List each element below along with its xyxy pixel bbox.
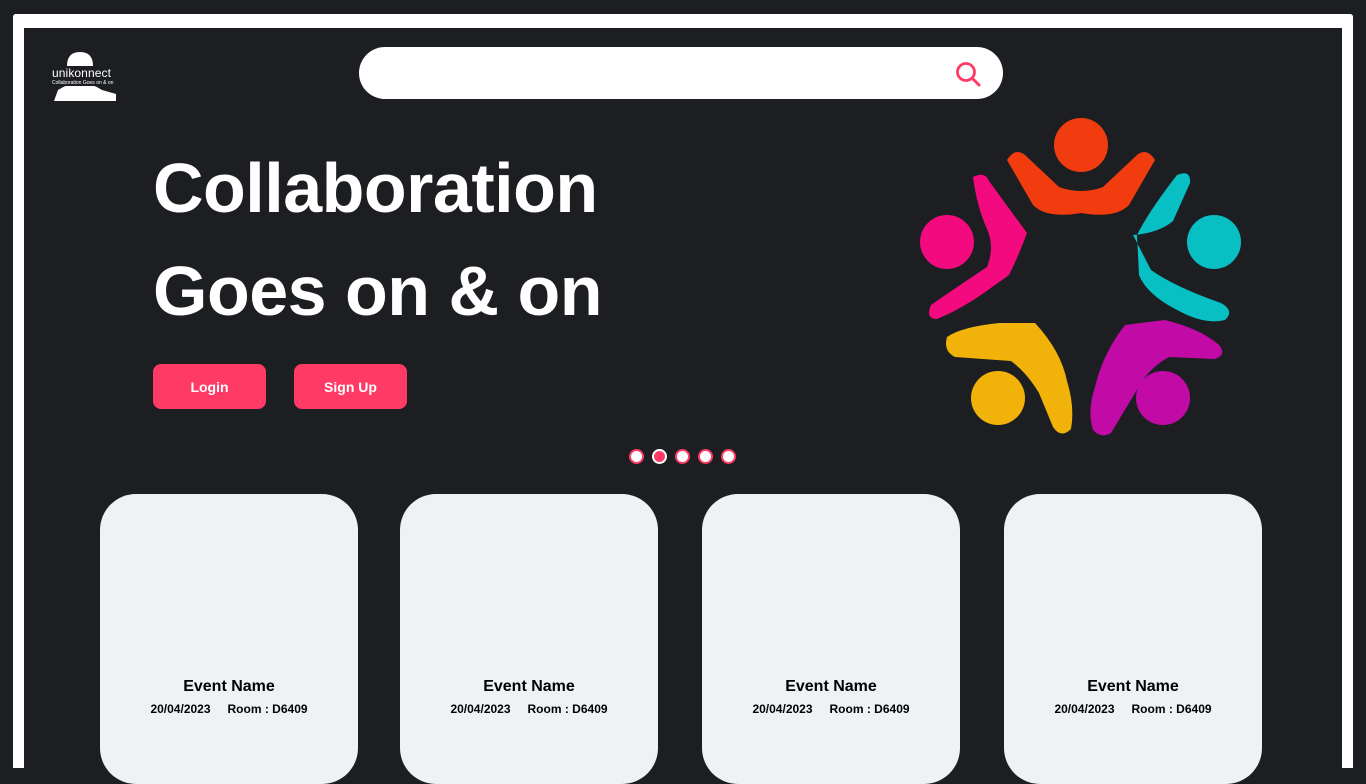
- event-room: Room : D6409: [1131, 702, 1212, 716]
- hero-illustration: [915, 115, 1247, 440]
- event-date: 20/04/2023: [150, 702, 211, 716]
- people-circle-icon: [920, 118, 1241, 436]
- event-room: Room : D6409: [227, 702, 308, 716]
- carousel-dot-3[interactable]: [675, 449, 690, 464]
- event-date: 20/04/2023: [752, 702, 813, 716]
- window-frame-left: [13, 14, 24, 768]
- event-name: Event Name: [183, 678, 275, 695]
- signup-button[interactable]: Sign Up: [294, 364, 407, 409]
- window-frame-top: [13, 14, 1353, 28]
- event-card[interactable]: Event Name 20/04/2023 Room : D6409: [400, 494, 658, 784]
- carousel-dot-2[interactable]: [652, 449, 667, 464]
- search-icon: [956, 62, 981, 87]
- event-card[interactable]: Event Name 20/04/2023 Room : D6409: [1004, 494, 1262, 784]
- carousel-dot-4[interactable]: [698, 449, 713, 464]
- event-date: 20/04/2023: [450, 702, 511, 716]
- search-button[interactable]: [950, 57, 984, 91]
- search-bar: [359, 47, 1003, 99]
- event-card[interactable]: Event Name 20/04/2023 Room : D6409: [100, 494, 358, 784]
- event-name: Event Name: [785, 678, 877, 695]
- login-button[interactable]: Login: [153, 364, 266, 409]
- brand-tagline: Collaboration Goes on & on: [52, 80, 114, 86]
- brand-name: unikonnect: [52, 66, 113, 80]
- hero-title-line-1: Collaboration: [153, 149, 598, 227]
- carousel-dots: [629, 449, 736, 465]
- event-room: Room : D6409: [829, 702, 910, 716]
- search-input[interactable]: [381, 59, 941, 87]
- carousel-dot-5[interactable]: [721, 449, 736, 464]
- carousel-dot-1[interactable]: [629, 449, 644, 464]
- event-name: Event Name: [483, 678, 575, 695]
- event-card[interactable]: Event Name 20/04/2023 Room : D6409: [702, 494, 960, 784]
- event-name: Event Name: [1087, 678, 1179, 695]
- window-frame-right: [1342, 14, 1353, 768]
- hero-title-line-2: Goes on & on: [153, 252, 603, 330]
- event-date: 20/04/2023: [1054, 702, 1115, 716]
- event-room: Room : D6409: [527, 702, 608, 716]
